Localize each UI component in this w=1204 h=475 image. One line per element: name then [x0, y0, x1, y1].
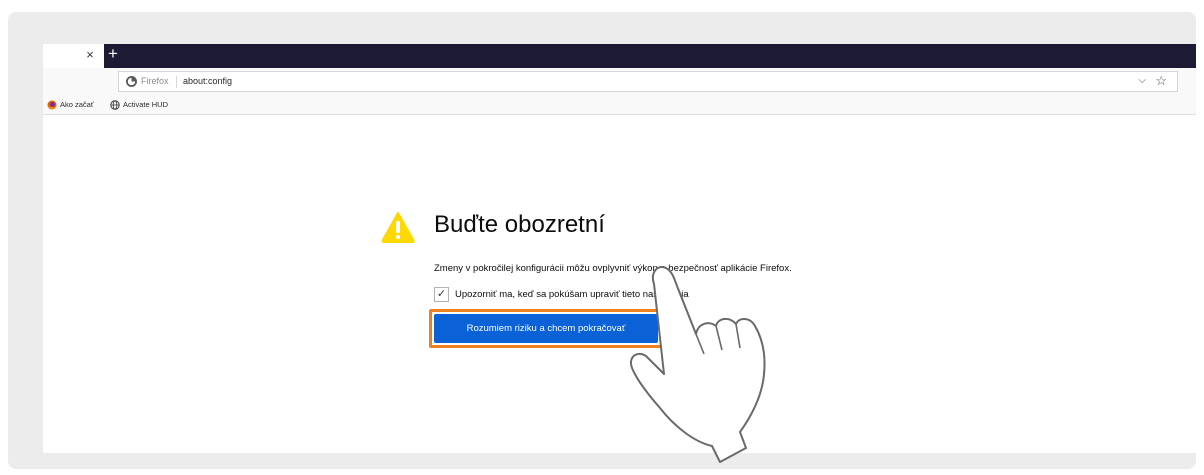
page-title: Buďte obozretní [434, 211, 605, 238]
tab-close-icon[interactable]: × [83, 46, 97, 64]
star-icon[interactable]: ☆ [1155, 73, 1167, 88]
tab-strip: × + [43, 44, 1196, 68]
browser-window: × + Firefox about:config ⌵ ☆ Ako začať A… [43, 44, 1196, 453]
warning-icon [381, 212, 415, 243]
tab-strip-background [104, 44, 1196, 68]
url-bar[interactable]: Firefox about:config ⌵ ☆ [118, 71, 1178, 92]
globe-icon [110, 100, 120, 110]
firefox-icon [47, 100, 57, 110]
page-background: × + Firefox about:config ⌵ ☆ Ako začať A… [0, 0, 1204, 475]
show-warning-checkbox[interactable]: ✓ [434, 287, 449, 302]
chevron-down-icon[interactable]: ⌵ [1138, 74, 1146, 88]
about-config-warning: Buďte obozretní Zmeny v pokročilej konfi… [43, 115, 1196, 453]
show-warning-checkbox-label[interactable]: Upozorniť ma, keď sa pokúšam upraviť tie… [455, 288, 689, 302]
identity-label: Firefox [141, 76, 169, 86]
firefox-identity-icon [126, 76, 137, 87]
bookmark-label: Ako začať [60, 100, 94, 109]
bookmark-getting-started[interactable]: Ako začať [47, 99, 94, 111]
bookmarks-toolbar: Ako začať Activate HUD [43, 96, 1196, 115]
bookmark-activate-hud[interactable]: Activate HUD [110, 99, 168, 111]
url-text[interactable]: about:config [183, 75, 232, 88]
navigation-toolbar: Firefox about:config ⌵ ☆ [43, 68, 1196, 96]
accept-risk-button[interactable]: Rozumiem riziku a chcem pokračovať [434, 314, 658, 343]
bookmark-label: Activate HUD [123, 100, 169, 109]
warning-description: Zmeny v pokročilej konfigurácii môžu ovp… [434, 263, 792, 274]
new-tab-icon[interactable]: + [106, 44, 120, 66]
url-separator [176, 76, 177, 88]
